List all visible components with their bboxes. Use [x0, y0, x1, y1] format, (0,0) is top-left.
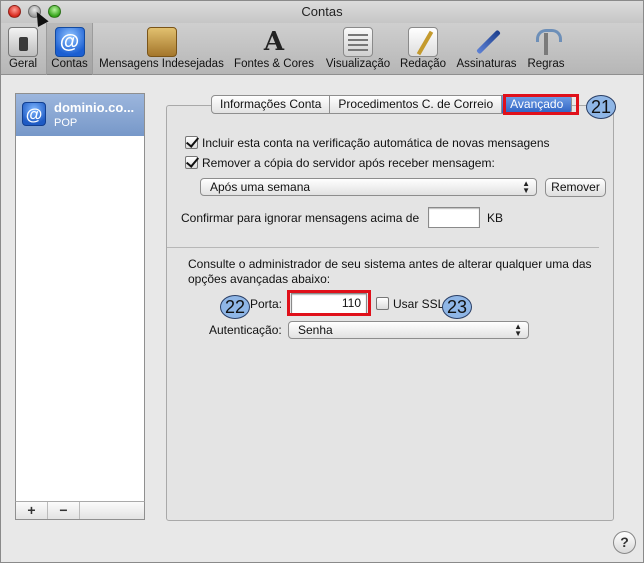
toolbar-label-fonts-colors: Fontes & Cores: [234, 58, 314, 70]
annotation-badge-22: 22: [220, 295, 250, 319]
preferences-toolbar: Geral @ Contas Mensagens Indesejadas A F…: [1, 23, 643, 75]
toolbar-label-viewing: Visualização: [325, 58, 391, 70]
toolbar-label-junk-mail: Mensagens Indesejadas: [99, 58, 224, 70]
remove-now-button[interactable]: Remover: [545, 178, 606, 197]
admin-note-line2: opções avançadas abaixo:: [188, 272, 331, 286]
toolbar-label-contas: Contas: [51, 58, 88, 70]
include-check-row[interactable]: Incluir esta conta na verificação automá…: [185, 136, 550, 150]
confirm-size-label: Confirmar para ignorar mensagens acima d…: [181, 211, 420, 225]
account-list-item[interactable]: @ dominio.co... POP: [16, 94, 144, 136]
add-account-button[interactable]: +: [16, 502, 48, 519]
port-label: Porta:: [250, 297, 283, 311]
composing-icon: [408, 27, 438, 57]
auth-label: Autenticação:: [209, 323, 282, 337]
use-ssl-label: Usar SSL: [393, 297, 445, 311]
popup-arrows-icon: ▲ ▼: [522, 179, 530, 195]
rules-icon: [531, 27, 562, 57]
toolbar-item-signatures[interactable]: Assinaturas: [453, 23, 520, 75]
annotation-badge-23: 23: [442, 295, 472, 319]
account-type: POP: [54, 117, 78, 129]
authentication-popup[interactable]: Senha ▲ ▼: [288, 321, 529, 339]
toolbar-item-viewing[interactable]: Visualização: [322, 23, 394, 75]
toolbar-label-composing: Redação: [399, 58, 447, 70]
size-unit-label: KB: [487, 211, 504, 225]
remove-copy-row[interactable]: Remover a cópia do servidor após receber…: [185, 156, 495, 170]
toolbar-item-rules[interactable]: Regras: [523, 23, 569, 75]
at-icon: @: [54, 27, 85, 57]
ssl-row[interactable]: Usar SSL: [376, 297, 444, 311]
toolbar-label-geral: Geral: [8, 58, 38, 70]
switch-icon: [8, 27, 38, 57]
toolbar-item-composing[interactable]: Redação: [397, 23, 449, 75]
confirm-size-input[interactable]: [428, 207, 480, 228]
authentication-value: Senha: [298, 323, 333, 337]
account-name: dominio.co...: [54, 100, 135, 115]
signatures-icon: [472, 27, 502, 57]
help-button[interactable]: ?: [613, 531, 636, 554]
remove-copy-checkbox[interactable]: [185, 156, 198, 169]
toolbar-item-fonts-colors[interactable]: A Fontes & Cores: [231, 23, 317, 75]
highlight-port-field: [287, 290, 371, 316]
include-check-label: Incluir esta conta na verificação automá…: [202, 136, 550, 150]
viewing-icon: [343, 27, 373, 57]
account-at-icon: @: [22, 102, 46, 126]
title-bar: Contas: [1, 1, 643, 23]
highlight-advanced-tab: [503, 94, 579, 115]
annotation-badge-21: 21: [586, 95, 616, 119]
toolbar-label-signatures: Assinaturas: [456, 58, 517, 70]
remove-after-popup[interactable]: Após uma semana ▲ ▼: [200, 178, 537, 196]
window-title: Contas: [301, 4, 343, 19]
tab-mailbox-behaviors[interactable]: Procedimentos C. de Correio: [330, 95, 503, 114]
toolbar-label-rules: Regras: [527, 58, 565, 70]
accounts-list-footer: + −: [15, 501, 145, 520]
fonts-colors-icon: A: [259, 27, 289, 57]
accounts-list[interactable]: @ dominio.co... POP: [15, 93, 145, 519]
toolbar-item-geral[interactable]: Geral: [3, 23, 43, 75]
popup-arrows-icon: ▲ ▼: [514, 322, 522, 338]
remove-after-value: Após uma semana: [210, 180, 311, 194]
preferences-window: Contas Geral @ Contas Mensagens Indeseja…: [0, 0, 644, 563]
section-divider: [167, 247, 599, 248]
junk-mail-icon: [146, 27, 177, 57]
admin-note-line1: Consulte o administrador de seu sistema …: [188, 257, 592, 271]
remove-account-button[interactable]: −: [48, 502, 80, 519]
remove-copy-label: Remover a cópia do servidor após receber…: [202, 156, 495, 170]
use-ssl-checkbox[interactable]: [376, 297, 389, 310]
include-check-checkbox[interactable]: [185, 136, 198, 149]
tab-account-info[interactable]: Informações Conta: [211, 95, 331, 114]
toolbar-item-junk-mail[interactable]: Mensagens Indesejadas: [96, 23, 227, 75]
toolbar-item-contas[interactable]: @ Contas: [46, 23, 93, 75]
